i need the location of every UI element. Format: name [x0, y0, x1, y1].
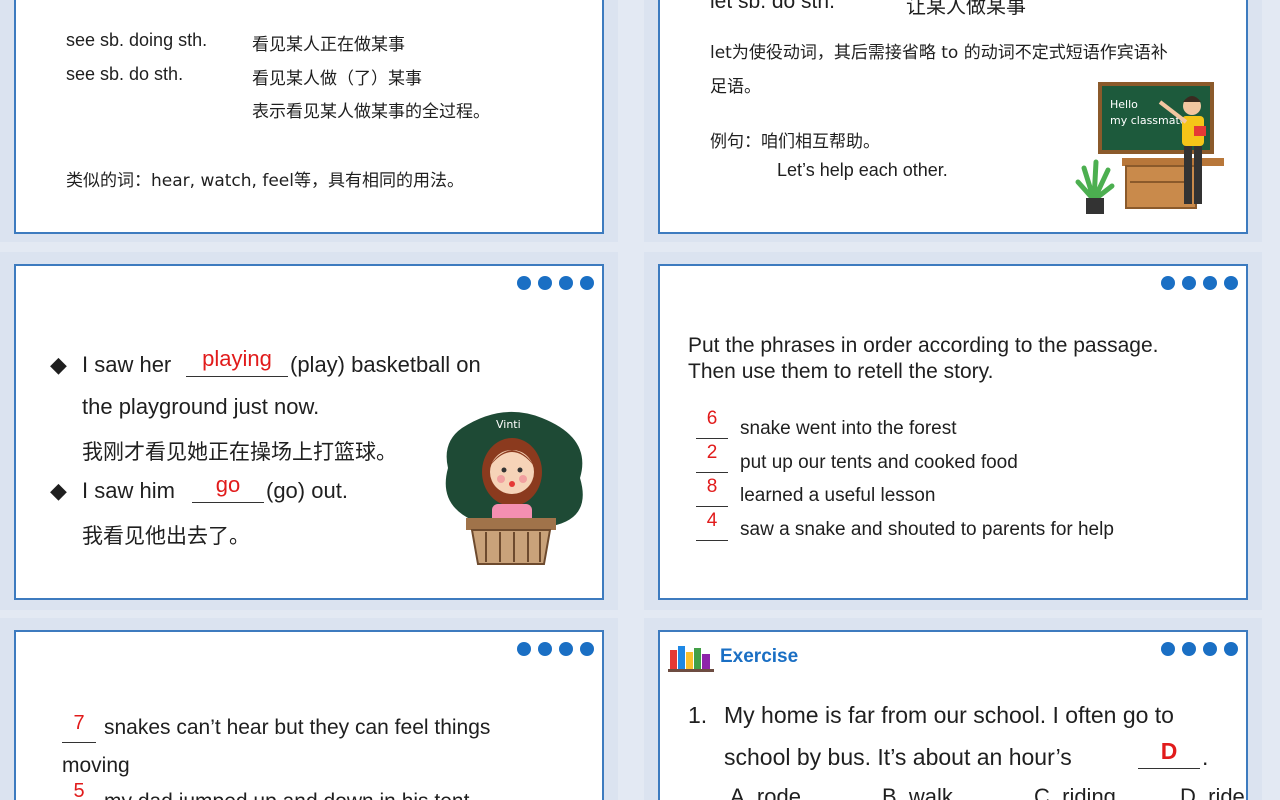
description-line1: let为使役动词，其后需接省略 to 的动词不定式短语作宾语补	[710, 43, 1168, 63]
order-blank[interactable]	[696, 506, 728, 507]
answer-blank-1[interactable]	[186, 376, 288, 377]
dot-icon	[1161, 276, 1175, 290]
board-text-1: Hello	[1110, 98, 1138, 111]
slide-card: Put the phrases in order according to th…	[658, 264, 1248, 600]
slide-thumbnail-6[interactable]: Exercise 1. My home is far from our scho…	[644, 618, 1262, 800]
order-text: snakes can’t hear but they can feel thin…	[104, 716, 491, 739]
dot-icon	[538, 276, 552, 290]
decorative-dots	[1161, 276, 1238, 290]
option-d[interactable]: D. ride	[1180, 784, 1245, 800]
order-blank[interactable]	[696, 438, 728, 439]
answer-go: go	[215, 472, 241, 497]
dot-icon	[580, 642, 594, 656]
order-number: 4	[706, 510, 718, 531]
dot-icon	[559, 276, 573, 290]
option-a[interactable]: A. rode	[730, 784, 801, 800]
dot-icon	[517, 642, 531, 656]
dot-icon	[1203, 276, 1217, 290]
order-text-continued: moving	[62, 754, 130, 777]
dot-icon	[1224, 276, 1238, 290]
slide-thumbnail-2[interactable]: let sb. do sth. 让某人做某事 let为使役动词，其后需接省略 t…	[644, 0, 1262, 242]
example-label: 例句：咱们相互帮助。	[710, 132, 880, 152]
slide-card: 7 snakes can’t hear but they can feel th…	[14, 630, 604, 800]
question-line-2-end: .	[1202, 744, 1209, 770]
question-line-2: school by bus. It’s about an hour’s	[724, 744, 1072, 770]
dot-icon	[1182, 276, 1196, 290]
phrase-cn-2: 看见某人做（了）某事	[252, 69, 422, 89]
answer-playing: playing	[202, 346, 272, 371]
question-2-translation: 我看见他出去了。	[82, 524, 250, 548]
phrase-cn-1: 看见某人正在做某事	[252, 35, 405, 55]
order-text: my dad jumped up and down in his tent	[104, 790, 469, 800]
section-title: Exercise	[720, 646, 799, 667]
slide-card: ◆ I saw her playing (play) basketball on…	[14, 264, 604, 600]
order-text: snake went into the forest	[740, 418, 957, 439]
heading-cn: 让某人做某事	[906, 0, 1026, 18]
slide-card: let sb. do sth. 让某人做某事 let为使役动词，其后需接省略 t…	[658, 0, 1248, 234]
instruction-line-1: Put the phrases in order according to th…	[688, 334, 1159, 357]
order-number: 8	[706, 476, 718, 497]
decorative-dots	[517, 276, 594, 290]
slide-card: Exercise 1. My home is far from our scho…	[658, 630, 1248, 800]
order-blank[interactable]	[696, 472, 728, 473]
example-sentence: Let’s help each other.	[777, 160, 948, 180]
phrase-en-1: see sb. doing sth.	[66, 30, 208, 50]
books-icon	[668, 646, 714, 672]
answer-letter: D	[1160, 738, 1178, 764]
question-1-suffix: (play) basketball on	[290, 352, 481, 377]
order-text: saw a snake and shouted to parents for h…	[740, 519, 1114, 540]
order-number: 5	[73, 780, 85, 800]
slide-thumbnail-4[interactable]: Put the phrases in order according to th…	[644, 252, 1262, 610]
chalk-text: Vinti	[496, 418, 521, 431]
heading-en: let sb. do sth.	[710, 0, 835, 13]
decorative-dots	[517, 642, 594, 656]
answer-blank[interactable]	[1138, 768, 1200, 769]
dot-icon	[1182, 642, 1196, 656]
slide-thumbnail-5[interactable]: 7 snakes can’t hear but they can feel th…	[0, 618, 618, 800]
option-b[interactable]: B. walk	[882, 784, 953, 800]
dot-icon	[580, 276, 594, 290]
phrase-note: 表示看见某人做某事的全过程。	[252, 102, 490, 122]
dot-icon	[538, 642, 552, 656]
dot-icon	[517, 276, 531, 290]
option-c[interactable]: C. riding	[1034, 784, 1116, 800]
slide-thumbnail-1[interactable]: see sb. doing sth. 看见某人正在做某事 see sb. do …	[0, 0, 618, 242]
dot-icon	[559, 642, 573, 656]
diamond-bullet-icon: ◆	[50, 478, 67, 503]
instruction-line-2: Then use them to retell the story.	[688, 360, 994, 383]
dot-icon	[1161, 642, 1175, 656]
slide-card: see sb. doing sth. 看见某人正在做某事 see sb. do …	[14, 0, 604, 234]
order-blank[interactable]	[62, 742, 96, 743]
question-number: 1.	[688, 702, 708, 728]
question-2-suffix: (go) out.	[266, 478, 348, 503]
question-1-prefix: I saw her	[82, 352, 172, 377]
dot-icon	[1203, 642, 1217, 656]
decorative-dots	[1161, 642, 1238, 656]
slide-thumbnail-3[interactable]: ◆ I saw her playing (play) basketball on…	[0, 252, 618, 610]
question-1-translation: 我刚才看见她正在操场上打篮球。	[82, 440, 397, 464]
order-number: 6	[706, 408, 718, 429]
dot-icon	[1224, 642, 1238, 656]
diamond-bullet-icon: ◆	[50, 352, 67, 377]
order-number: 2	[706, 442, 718, 463]
similar-words: 类似的词：hear, watch, feel等，具有相同的用法。	[66, 171, 464, 191]
phrase-en-2: see sb. do sth.	[66, 64, 184, 84]
description-line2: 足语。	[710, 77, 761, 97]
order-number: 7	[73, 712, 85, 734]
order-text: put up our tents and cooked food	[740, 452, 1018, 473]
question-1-line2: the playground just now.	[82, 394, 320, 419]
question-2-prefix: I saw him	[82, 478, 175, 503]
order-blank[interactable]	[696, 540, 728, 541]
order-text: learned a useful lesson	[740, 485, 936, 506]
girl-student-illustration: Vinti	[445, 411, 583, 565]
question-line-1: My home is far from our school. I often …	[724, 702, 1174, 728]
answer-blank-2[interactable]	[192, 502, 264, 503]
teacher-illustration: Hello my classmates	[1075, 82, 1224, 214]
